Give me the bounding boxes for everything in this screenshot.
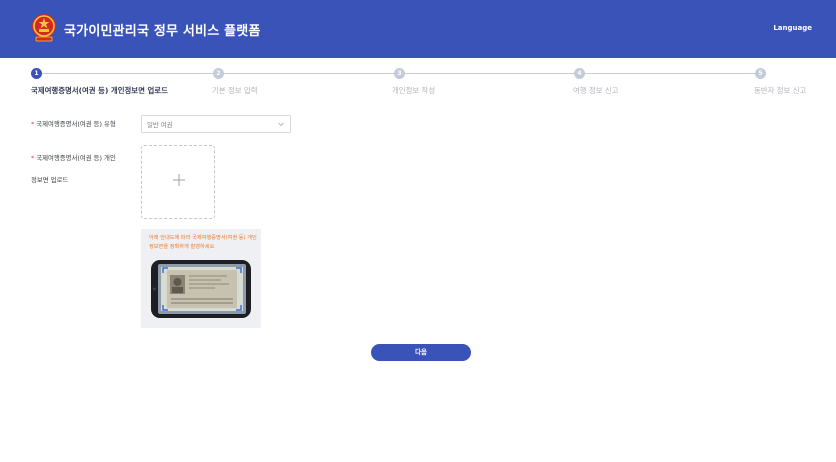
chevron-down-icon: [278, 122, 284, 127]
step-4-indicator: 4: [574, 68, 585, 79]
step-5-indicator: 5: [755, 68, 766, 79]
step-2-indicator: 2: [213, 68, 224, 79]
step-connector: [585, 73, 755, 74]
photo-guide-card: 아래 안내도에 따라 국제여행증명서(여권 등) 개인정보면을 정확하게 촬영하…: [141, 229, 261, 328]
progress-steps: 1 2 3 4 5 국제여행증명서(여권 등) 개인정보면 업로드 기본 정보 …: [0, 66, 836, 100]
app-header: 국가이민관리국 정무 서비스 플랫폼 Language: [0, 0, 836, 58]
upload-label: * 국제여행증명서(여권 등) 개인정보면 업로드: [31, 154, 116, 184]
step-1-label: 국제여행증명서(여권 등) 개인정보면 업로드: [31, 86, 168, 95]
national-emblem-icon: [32, 14, 56, 42]
required-marker: *: [31, 154, 35, 162]
photo-guide-text: 아래 안내도에 따라 국제여행증명서(여권 등) 개인정보면을 정확하게 촬영하…: [149, 235, 257, 250]
step-4-label: 여행 정보 신고: [573, 86, 619, 95]
step-1-indicator: 1: [31, 68, 42, 79]
passport-upload-area[interactable]: [141, 145, 215, 219]
step-3-label: 개인정보 작성: [392, 86, 436, 95]
step-3-indicator: 3: [394, 68, 405, 79]
language-selector[interactable]: Language: [773, 24, 812, 32]
plus-icon: [173, 174, 185, 186]
step-connector: [405, 73, 574, 74]
next-button[interactable]: 다음: [371, 344, 471, 361]
document-type-select[interactable]: 일반 여권: [141, 115, 291, 133]
step-connector: [224, 73, 394, 74]
app-title: 국가이민관리국 정무 서비스 플랫폼: [64, 24, 261, 39]
step-5-label: 동반자 정보 신고: [754, 86, 807, 95]
required-marker: *: [31, 120, 35, 128]
passport-photo-guide-illustration: [151, 260, 251, 318]
document-type-value: 일반 여권: [147, 121, 173, 129]
document-type-label: * 국제여행증명서(여권 등) 유형: [31, 120, 116, 128]
step-connector: [42, 73, 213, 74]
step-2-label: 기본 정보 입력: [212, 86, 258, 95]
